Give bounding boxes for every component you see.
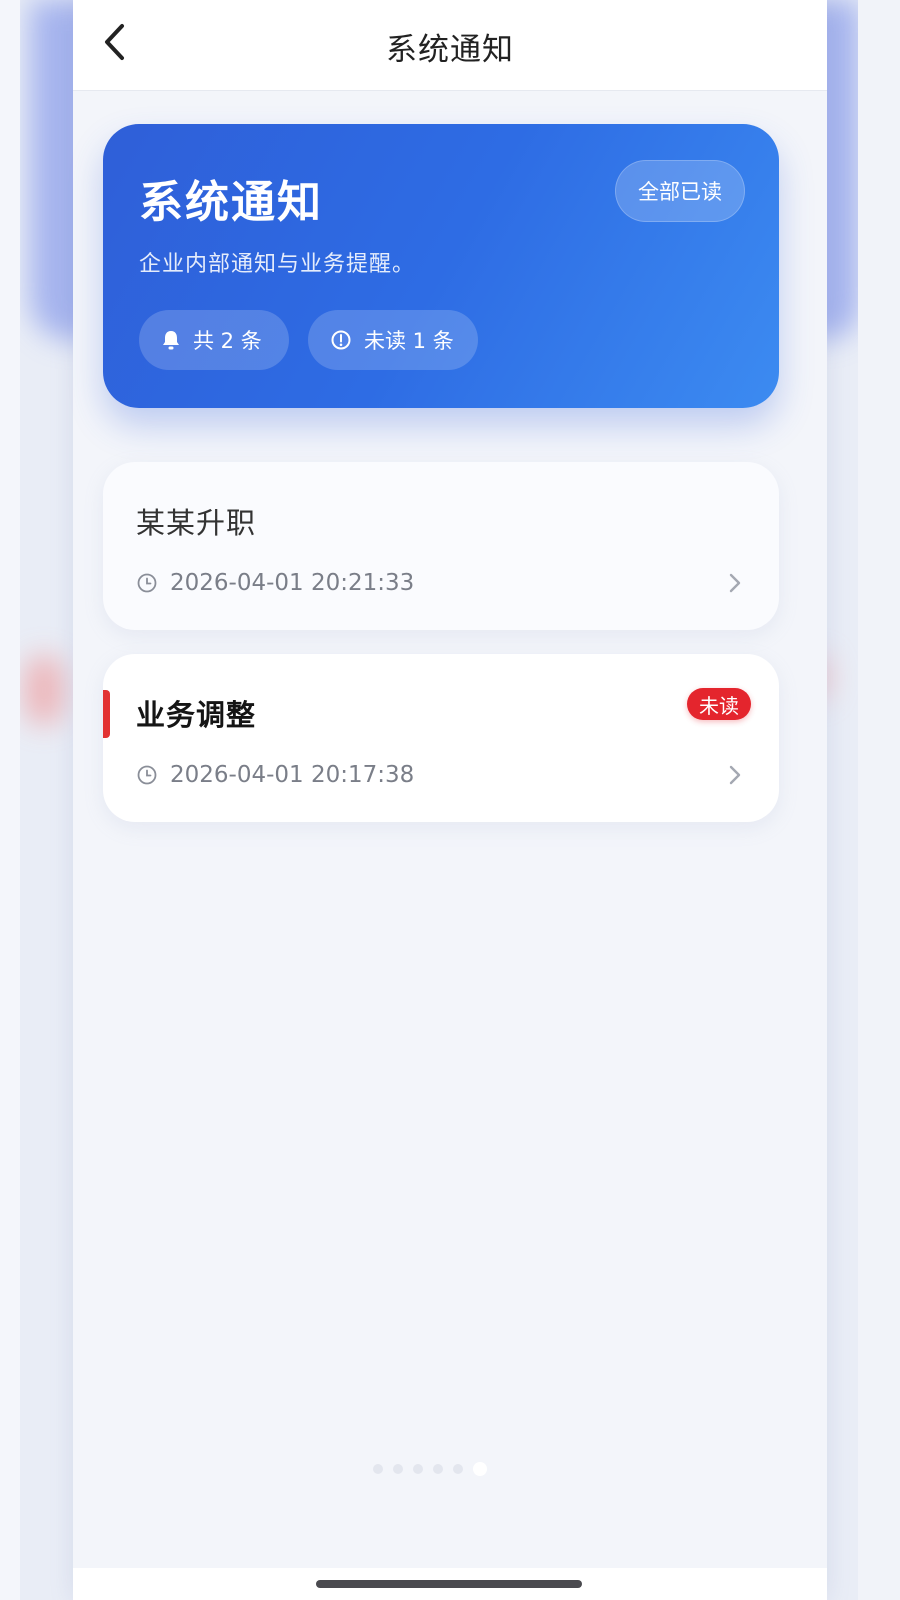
page-dot	[453, 1464, 463, 1474]
bell-icon	[163, 331, 179, 350]
unread-badge: 未读	[687, 688, 751, 720]
phone-screen: 系统通知 系统通知 企业内部通知与业务提醒。 全部已读 共 2 条 未读 1 条…	[73, 0, 827, 1600]
summary-card: 系统通知 企业内部通知与业务提醒。 全部已读 共 2 条 未读 1 条	[103, 124, 779, 408]
navigation-bar: 系统通知	[73, 0, 827, 91]
page-dot	[373, 1464, 383, 1474]
notification-item[interactable]: 某某升职 2026-04-01 20:21:33	[103, 462, 779, 630]
notification-time: 2026-04-01 20:21:33	[136, 570, 414, 596]
clock-icon	[137, 573, 157, 593]
notification-title: 某某升职	[136, 506, 257, 540]
background-blur-red-left	[24, 655, 64, 725]
notification-timestamp: 2026-04-01 20:21:33	[170, 570, 415, 596]
background-edge-right	[858, 0, 900, 1600]
summary-subtitle: 企业内部通知与业务提醒。	[139, 252, 416, 277]
notification-item[interactable]: 业务调整 未读 2026-04-01 20:17:38	[103, 654, 779, 822]
total-count-pill: 共 2 条	[139, 310, 289, 370]
page-dot-active	[473, 1462, 487, 1476]
unread-count-pill: 未读 1 条	[308, 310, 478, 370]
notification-timestamp: 2026-04-01 20:17:38	[170, 762, 415, 788]
page-dot	[393, 1464, 403, 1474]
page-dot	[433, 1464, 443, 1474]
alert-circle-icon	[331, 330, 351, 350]
page-title: 系统通知	[386, 32, 514, 68]
notification-title: 业务调整	[136, 698, 257, 732]
notification-time: 2026-04-01 20:17:38	[136, 762, 414, 788]
summary-title: 系统通知	[139, 177, 323, 228]
page-dot	[413, 1464, 423, 1474]
background-edge-left	[0, 0, 20, 1600]
mark-all-read-button[interactable]: 全部已读	[615, 160, 745, 222]
unread-indicator-bar	[103, 690, 110, 738]
home-indicator[interactable]	[316, 1580, 582, 1588]
clock-icon	[137, 765, 157, 785]
total-count-label: 共 2 条	[193, 329, 262, 353]
unread-count-label: 未读 1 条	[364, 329, 454, 353]
chevron-right-icon	[729, 573, 741, 593]
page-indicator	[373, 1462, 487, 1476]
chevron-right-icon	[729, 765, 741, 785]
